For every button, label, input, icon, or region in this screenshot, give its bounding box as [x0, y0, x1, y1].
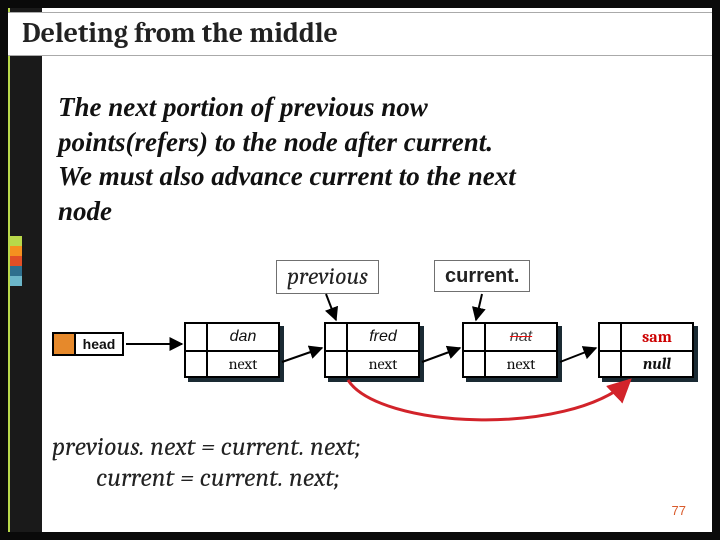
- code-line-2: current = current. next;: [52, 463, 361, 494]
- code-line-1: previous. next = current. next;: [52, 432, 361, 463]
- head-label: head: [76, 334, 122, 354]
- left-accent-bar: [8, 8, 42, 532]
- node-name: dan: [208, 328, 278, 346]
- code-block: previous. next = current. next; current …: [52, 432, 361, 494]
- node-sam: sam null: [598, 322, 694, 378]
- head-pointer-origin: [54, 334, 76, 354]
- node-nat: nat next: [462, 322, 558, 378]
- node-dan: dan next: [184, 322, 280, 378]
- slide: Deleting from the middle The next portio…: [8, 8, 712, 532]
- node-name: nat: [486, 328, 556, 346]
- explanation-text: The next portion of previous now points(…: [58, 90, 530, 228]
- node-next: next: [486, 355, 556, 373]
- node-name: fred: [348, 328, 418, 346]
- node-next: null: [622, 355, 692, 373]
- node-next: next: [348, 355, 418, 373]
- node-next: next: [208, 355, 278, 373]
- title-banner: Deleting from the middle: [8, 12, 712, 56]
- page-number: 77: [672, 503, 686, 518]
- node-name: sam: [622, 328, 692, 346]
- node-fred: fred next: [324, 322, 420, 378]
- label-current: current.: [434, 260, 530, 292]
- head-pointer-box: head: [52, 332, 124, 356]
- slide-title: Deleting from the middle: [22, 17, 698, 49]
- label-previous: previous: [276, 260, 379, 294]
